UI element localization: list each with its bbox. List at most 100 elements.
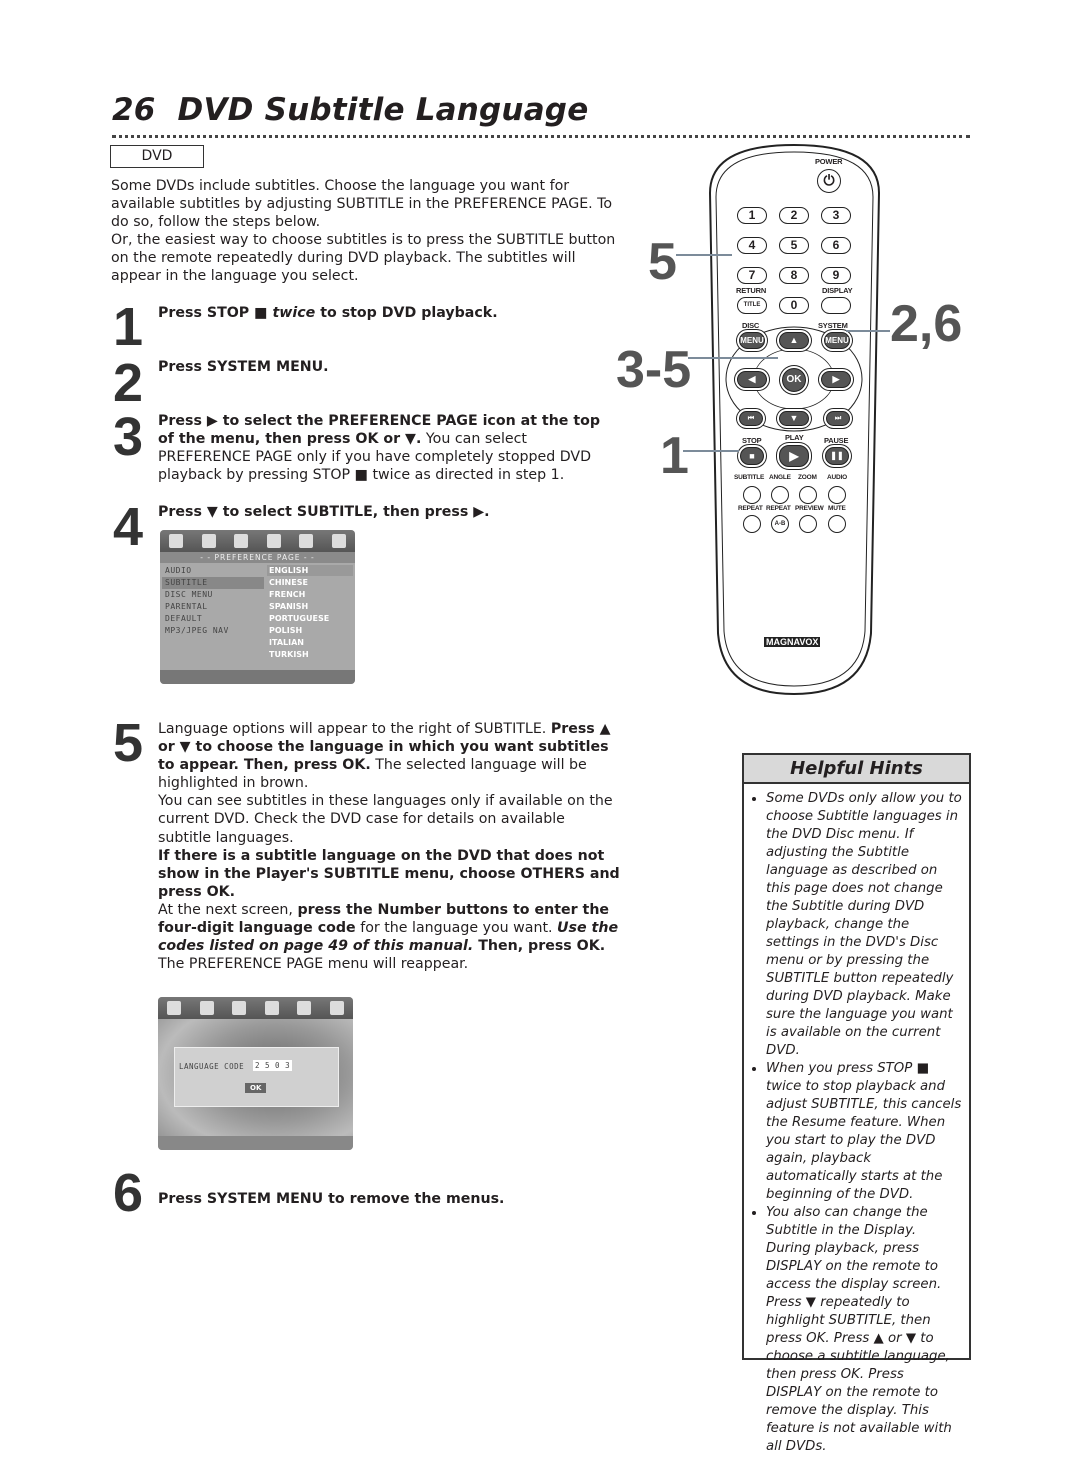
paragraph: Press ▼ to select SUBTITLE, then press ▶… <box>158 503 620 521</box>
disc-menu-button[interactable]: MENU <box>739 332 765 349</box>
down-button[interactable]: ▼ <box>779 411 809 426</box>
paragraph: If there is a subtitle language on the D… <box>158 847 620 901</box>
step-text: Press STOP ■ twice to stop DVD playback. <box>158 304 620 322</box>
callout-steps-2-6: 2,6 <box>890 295 963 353</box>
language-option[interactable]: POLISH <box>269 625 353 637</box>
menu-icon-bar <box>158 997 353 1019</box>
repeat-label: REPEAT <box>738 505 763 512</box>
system-label: SYSTEM <box>818 321 848 330</box>
hint-item: Some DVDs only allow you to choose Subti… <box>766 790 963 1060</box>
callout-line <box>683 450 739 452</box>
menu-icon-bar <box>160 530 355 552</box>
text-segment: Press ▼ to select SUBTITLE, then press ▶… <box>158 504 490 520</box>
preference-icon <box>266 534 281 548</box>
hints-list: Some DVDs only allow you to choose Subti… <box>744 790 969 1456</box>
brand-logo: MAGNAVOX <box>764 637 821 647</box>
pause-label: PAUSE <box>824 436 849 445</box>
language-option[interactable]: CHINESE <box>269 577 353 589</box>
subtitle-button[interactable] <box>743 486 761 504</box>
menu-item[interactable]: AUDIO <box>162 565 264 577</box>
dvd-badge: DVD <box>110 145 204 168</box>
language-option[interactable]: TURKISH <box>269 649 353 661</box>
intro-text: Some DVDs include subtitles. Choose the … <box>111 177 623 286</box>
helpful-hints-title: Helpful Hints <box>744 755 969 784</box>
play-button[interactable]: ▶ <box>779 445 809 467</box>
paragraph: Press STOP ■ twice to stop DVD playback. <box>158 304 620 322</box>
audio-button[interactable] <box>828 486 846 504</box>
play-label: PLAY <box>785 433 804 442</box>
angle-button[interactable] <box>771 486 789 504</box>
ok-button[interactable]: OK <box>245 1083 267 1093</box>
display-label: DISPLAY <box>822 286 853 295</box>
step-text: Press ▼ to select SUBTITLE, then press ▶… <box>158 503 620 521</box>
hint-item: You also can change the Subtitle in the … <box>766 1204 963 1456</box>
text-segment: If there is a subtitle language on the D… <box>158 847 620 900</box>
number-3-button[interactable]: 3 <box>821 207 851 224</box>
number-8-button[interactable]: 8 <box>779 267 809 284</box>
display-button[interactable] <box>821 297 851 314</box>
menu-item[interactable]: DISC MENU <box>162 589 264 601</box>
repeat-button[interactable] <box>743 515 761 533</box>
language-option[interactable]: ITALIAN <box>269 637 353 649</box>
preview-button[interactable] <box>799 515 817 533</box>
number-0-button[interactable]: 0 <box>779 297 809 314</box>
zoom-button[interactable] <box>799 486 817 504</box>
menu-item[interactable]: DEFAULT <box>162 613 264 625</box>
audio-icon <box>201 534 216 548</box>
title-button[interactable]: TITLE <box>737 297 767 314</box>
menu-footer <box>158 1136 353 1150</box>
remote-control-illustration: POWER ⏻ 1 2 3 4 5 6 7 8 9 RETURN DISPLAY… <box>706 143 883 696</box>
paragraph: You can see subtitles in these languages… <box>158 792 620 846</box>
audio-icon <box>199 1001 214 1015</box>
repeat-ab-button[interactable]: A-B <box>771 515 789 533</box>
pause-button[interactable]: ❚❚ <box>825 447 849 465</box>
language-option[interactable]: PORTUGUESE <box>269 613 353 625</box>
paragraph: Language options will appear to the righ… <box>158 720 620 792</box>
zoom-label: ZOOM <box>798 474 817 481</box>
hint-item: When you press STOP ■ twice to stop play… <box>766 1060 963 1204</box>
paragraph: At the next screen, press the Number but… <box>158 901 620 973</box>
number-5-button[interactable]: 5 <box>779 237 809 254</box>
paragraph: Some DVDs include subtitles. Choose the … <box>111 177 623 231</box>
menu-items: AUDIO SUBTITLE DISC MENU PARENTAL DEFAULT MP3… <box>162 565 264 637</box>
ok-button[interactable]: OK <box>782 368 806 392</box>
previous-button[interactable]: ⏮ <box>739 411 763 426</box>
mute-button[interactable] <box>828 515 846 533</box>
next-button[interactable]: ⏭ <box>826 411 850 426</box>
power-button[interactable]: ⏻ <box>817 169 841 193</box>
number-6-button[interactable]: 6 <box>821 237 851 254</box>
return-label: RETURN <box>736 286 767 295</box>
up-button[interactable]: ▲ <box>779 332 809 349</box>
step-number: 3 <box>113 407 144 467</box>
number-7-button[interactable]: 7 <box>737 267 767 284</box>
menu-item[interactable]: PARENTAL <box>162 601 264 613</box>
language-option[interactable]: FRENCH <box>269 589 353 601</box>
number-2-button[interactable]: 2 <box>779 207 809 224</box>
callout-line <box>676 254 732 256</box>
text-segment: Press SYSTEM MENU to remove the menus. <box>158 1191 505 1207</box>
paragraph: Press SYSTEM MENU to remove the menus. <box>158 1190 620 1208</box>
menu-item[interactable]: MP3/JPEG NAV <box>162 625 264 637</box>
language-code-label: LANGUAGE CODE <box>179 1062 245 1071</box>
language-list: ENGLISH CHINESE FRENCH SPANISH PORTUGUESE POL… <box>269 565 353 661</box>
language-option[interactable]: SPANISH <box>269 601 353 613</box>
language-option[interactable]: ENGLISH <box>269 565 353 577</box>
callout-line <box>688 357 778 359</box>
language-code-input[interactable]: 2 5 0 3 <box>253 1060 293 1071</box>
system-menu-button[interactable]: MENU <box>824 332 850 349</box>
stop-button[interactable]: ■ <box>740 447 764 465</box>
menu-item[interactable]: SUBTITLE <box>162 577 264 589</box>
text-segment: for the language you want. <box>355 920 558 937</box>
right-button[interactable]: ▶ <box>821 371 851 388</box>
number-9-button[interactable]: 9 <box>821 267 851 284</box>
text-segment: The PREFERENCE PAGE menu will reappear. <box>158 956 469 973</box>
manual-page: 26 DVD Subtitle Language DVD Some DVDs i… <box>0 0 1080 1457</box>
text-segment: Press SYSTEM MENU. <box>158 359 329 375</box>
number-1-button[interactable]: 1 <box>737 207 767 224</box>
step-number: 1 <box>113 297 144 357</box>
left-button[interactable]: ◀ <box>737 371 767 388</box>
text-segment: Some DVDs include subtitles. Choose the … <box>111 178 613 231</box>
step-text: Press ▶ to select the PREFERENCE PAGE ic… <box>158 412 620 484</box>
number-4-button[interactable]: 4 <box>737 237 767 254</box>
paragraph: Press ▶ to select the PREFERENCE PAGE ic… <box>158 412 620 484</box>
